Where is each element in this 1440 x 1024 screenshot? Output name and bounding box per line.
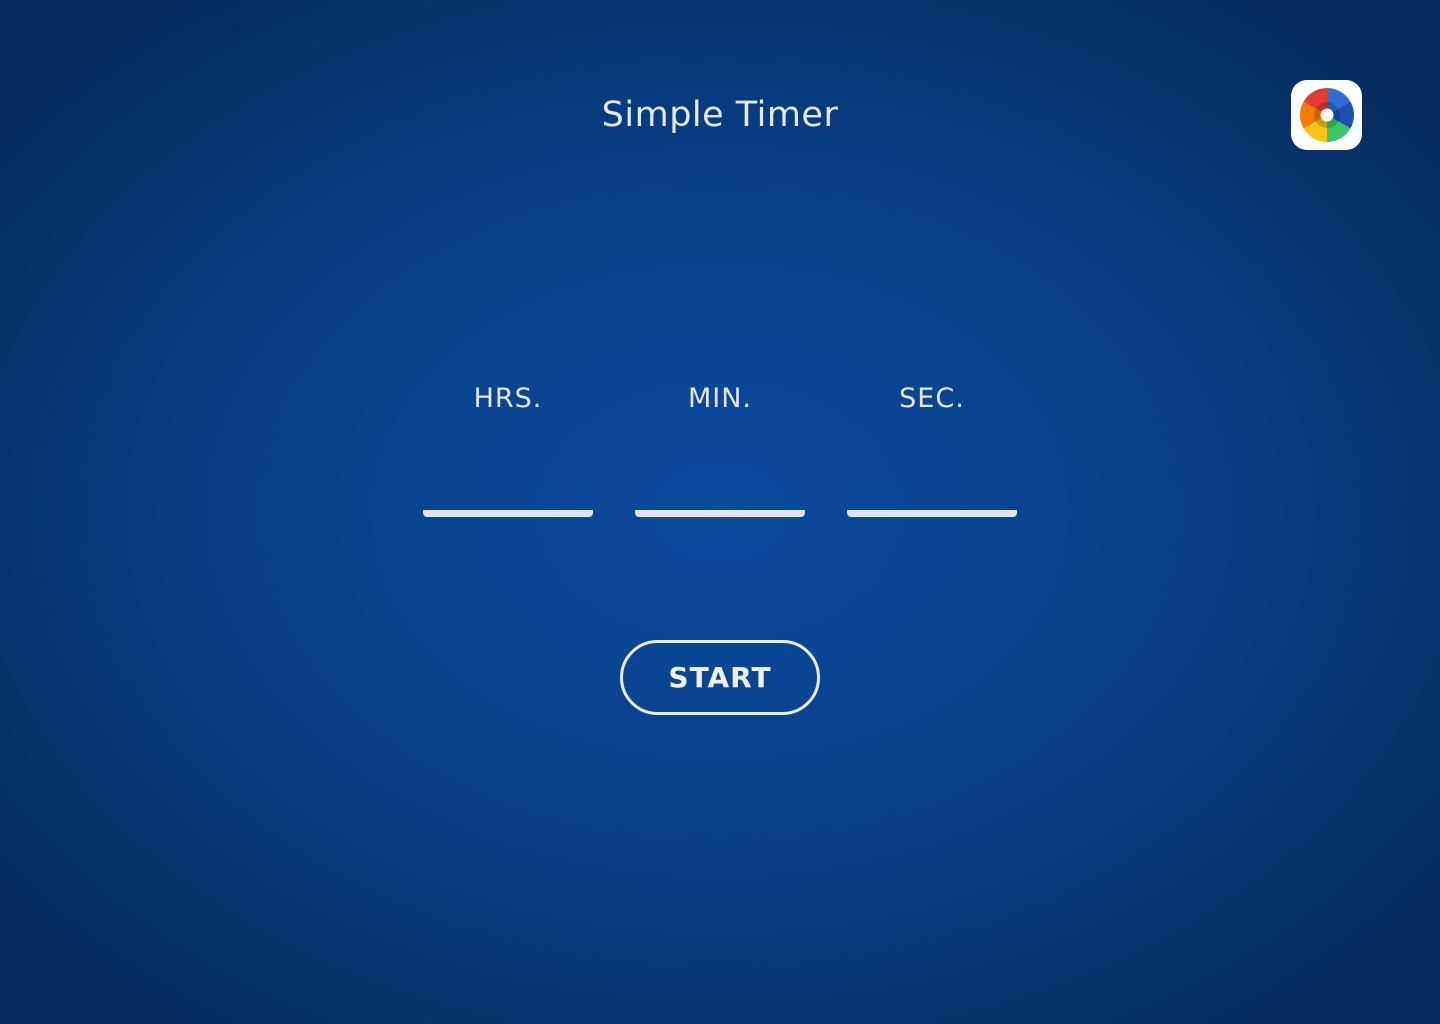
theme-picker-button[interactable] [1291, 80, 1362, 150]
color-wheel-icon [1299, 88, 1354, 142]
seconds-input[interactable] [847, 455, 1017, 517]
minutes-label: MIN. [687, 383, 753, 414]
hours-label: HRS. [473, 383, 543, 414]
hours-input[interactable] [423, 455, 593, 517]
minutes-input[interactable] [635, 455, 805, 517]
seconds-label: SEC. [899, 383, 965, 414]
page-title: Simple Timer [601, 95, 839, 135]
start-button[interactable]: START [620, 640, 820, 715]
